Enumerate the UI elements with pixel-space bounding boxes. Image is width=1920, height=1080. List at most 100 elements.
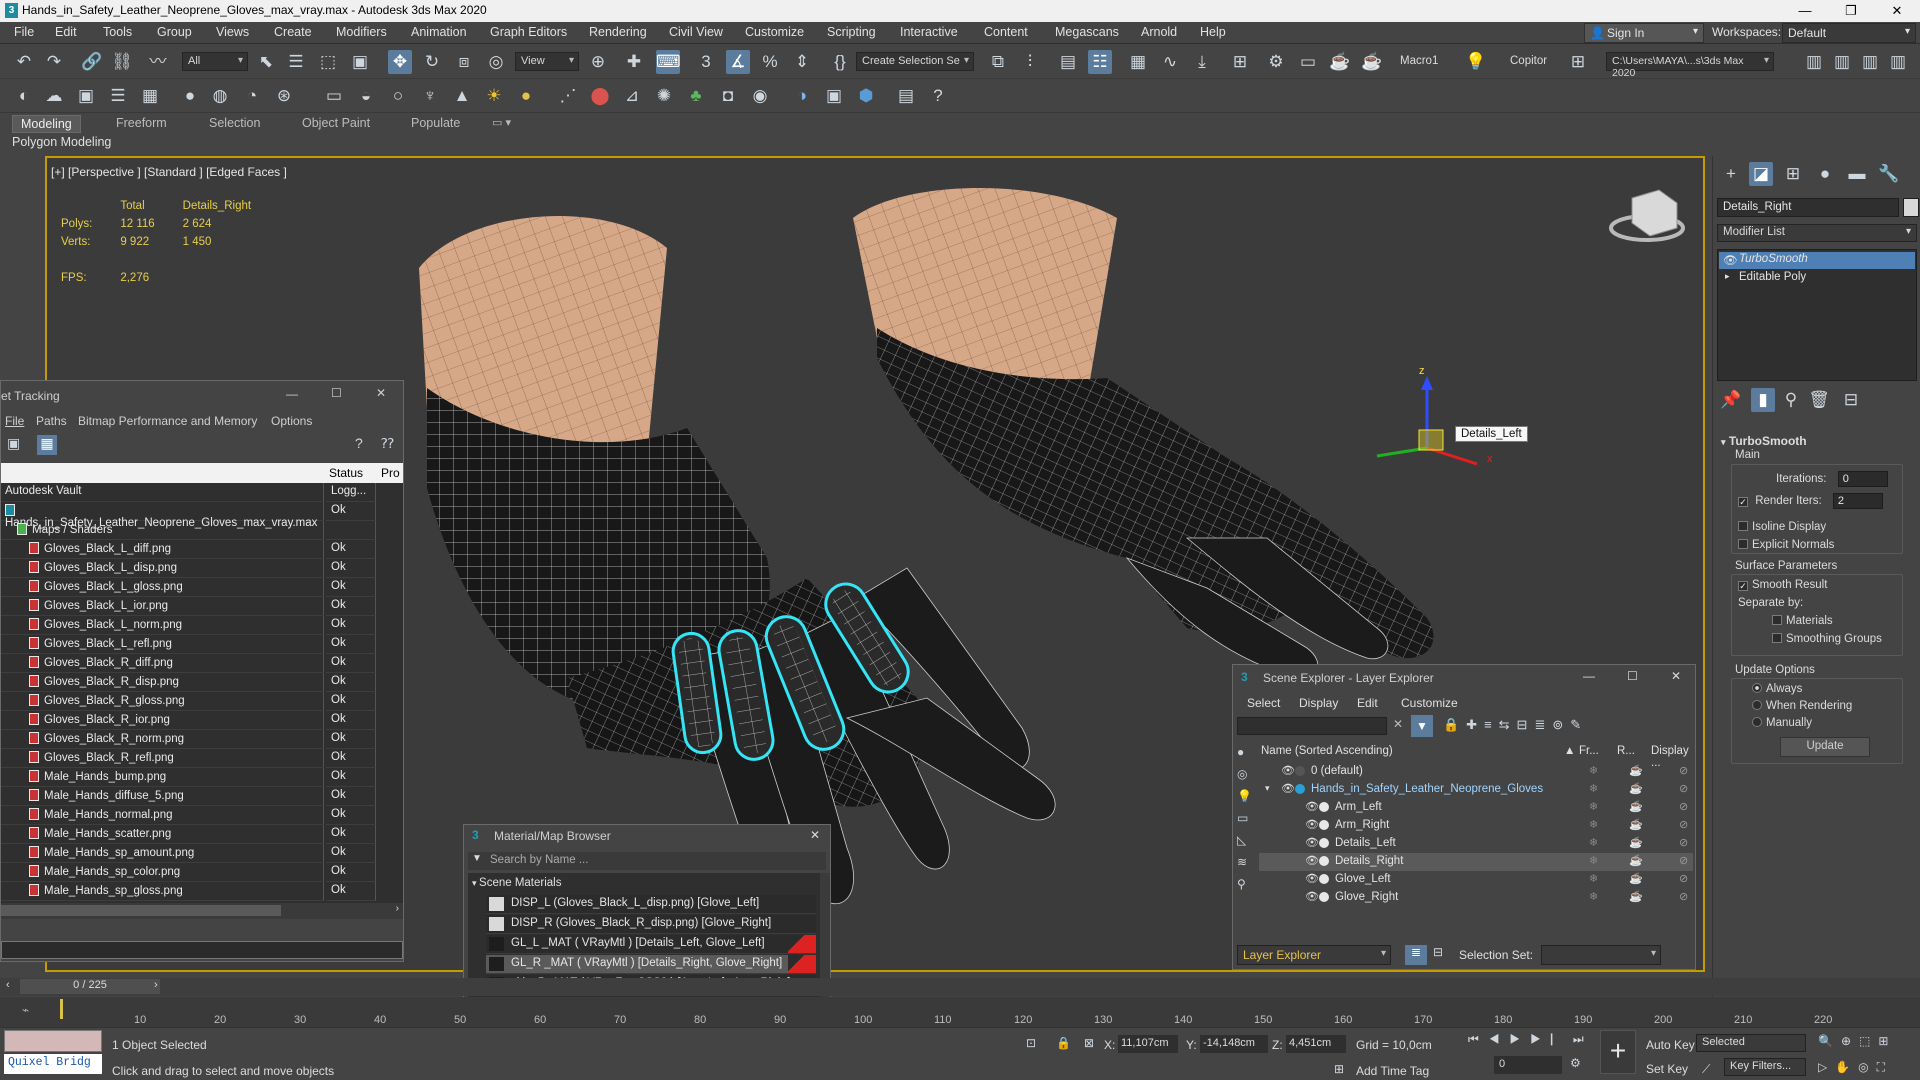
object-row[interactable]: 👁 Details_Left ❄ ☕ ⊘ — [1259, 835, 1693, 853]
display-lights-icon[interactable]: 💡 — [1237, 789, 1252, 803]
current-frame-field[interactable]: 0 — [1494, 1056, 1562, 1074]
smooth-result-checkbox[interactable]: ✓ — [1738, 581, 1748, 591]
current-frame-marker[interactable] — [60, 999, 63, 1019]
vray-ambient-icon[interactable]: ● — [514, 84, 538, 108]
display-icon[interactable]: ⊘ — [1679, 782, 1688, 795]
asset-row[interactable]: Autodesk Vault Logg... — [1, 483, 403, 502]
update-button[interactable]: Update — [1780, 737, 1870, 757]
vray-clipper-icon[interactable]: ⊿ — [620, 84, 644, 108]
menu-modifiers[interactable]: Modifiers — [336, 25, 387, 39]
always-radio[interactable] — [1752, 683, 1762, 693]
visibility-eye-icon[interactable]: 👁 — [1305, 872, 1319, 885]
select-by-name-icon[interactable]: ☰ — [284, 50, 308, 74]
freeze-icon[interactable]: ❄ — [1589, 764, 1598, 777]
help-context-icon[interactable]: ⁇ — [381, 435, 394, 452]
vray-fur-icon[interactable]: ⋰ — [556, 84, 580, 108]
asset-row[interactable]: Gloves_Black_L_ior.png Ok — [1, 597, 403, 616]
menu-civil-view[interactable]: Civil View — [669, 25, 723, 39]
object-row[interactable]: 👁 Arm_Left ❄ ☕ ⊘ — [1259, 799, 1693, 817]
material-editor-icon[interactable]: ⊞ — [1228, 50, 1252, 74]
vray-frame-buffer-icon[interactable]: ▣ — [822, 84, 846, 108]
name-column-header[interactable]: Name (Sorted Ascending) — [1261, 745, 1393, 757]
schematic-view-icon[interactable]: ⤓ — [1190, 50, 1214, 74]
renderable-icon[interactable]: ☕ — [1629, 818, 1643, 831]
scene-explorer-titlebar[interactable]: 3 Scene Explorer - Layer Explorer — ☐ ✕ — [1233, 665, 1695, 691]
y-coord-field[interactable]: -14,148cm — [1200, 1035, 1268, 1053]
asset-row[interactable]: Male_Hands_sp_gloss.png Ok — [1, 882, 403, 901]
percent-snap-icon[interactable]: % — [758, 50, 782, 74]
render-iters-checkbox[interactable]: ✓ — [1738, 497, 1748, 508]
selection-filter-dropdown[interactable]: All — [182, 52, 248, 71]
freeze-icon[interactable]: ❄ — [1589, 890, 1598, 903]
asset-row[interactable]: Hands_in_Safety_Leather_Neoprene_Gloves_… — [1, 502, 403, 529]
hierarchy-view-icon[interactable]: ⊟ — [1433, 945, 1443, 959]
viewcube[interactable] — [1609, 189, 1685, 242]
asset-row[interactable]: Gloves_Black_L_disp.png Ok — [1, 559, 403, 578]
object-row[interactable]: 👁 Details_Right ❄ ☕ ⊘ — [1259, 853, 1693, 871]
asset-row[interactable]: Gloves_Black_R_gloss.png Ok — [1, 692, 403, 711]
filter-icon[interactable]: ▼ — [1411, 715, 1433, 737]
z-coord-field[interactable]: 4,451cm — [1286, 1035, 1346, 1053]
set-project-icon[interactable]: ▥ — [1830, 50, 1854, 74]
material-browser-titlebar[interactable]: 3 Material/Map Browser ✕ — [464, 825, 830, 847]
quixel-bridge-field[interactable]: Quixel Bridg — [4, 1054, 102, 1074]
menu-file[interactable]: File — [14, 25, 34, 39]
absolute-mode-icon[interactable]: ⊠ — [1084, 1036, 1094, 1050]
render-iters-spinner[interactable]: 2 — [1832, 493, 1883, 509]
renderable-icon[interactable]: ☕ — [1629, 872, 1643, 885]
object-name-field[interactable]: Details_Right — [1717, 198, 1899, 217]
renderable-icon[interactable]: ☕ — [1629, 800, 1643, 813]
set-key-button[interactable]: Set Key — [1646, 1062, 1688, 1076]
freeze-column-header[interactable]: Fr... — [1579, 745, 1599, 757]
spinner-snap-icon[interactable]: ⇕ — [790, 50, 814, 74]
display-icon[interactable]: ⊘ — [1679, 764, 1688, 777]
menu-create[interactable]: Create — [274, 25, 312, 39]
expand-icon[interactable]: ▾ — [1265, 783, 1270, 794]
vray-plane-icon[interactable]: ▭ — [322, 84, 346, 108]
help-icon[interactable]: ? — [926, 84, 950, 108]
material-item[interactable]: DISP_L (Gloves_Black_L_disp.png) [Glove_… — [486, 895, 816, 914]
display-icon[interactable]: ⊘ — [1679, 836, 1688, 849]
layer-view-icon[interactable]: ≣ — [1405, 945, 1427, 965]
window-crossing-icon[interactable]: ▣ — [348, 50, 372, 74]
explorer-type-dropdown[interactable]: Layer Explorer ▾ — [1237, 945, 1391, 965]
show-end-result-icon[interactable]: ▮ — [1751, 388, 1775, 412]
maximize-button[interactable]: ☐ — [331, 386, 342, 400]
create-tab-icon[interactable]: + — [1719, 162, 1743, 186]
key-tangent-icon[interactable]: ⟋ — [1702, 1062, 1710, 1077]
scene-search-input[interactable] — [1237, 717, 1387, 735]
menu-options[interactable]: Options — [271, 414, 312, 428]
scale-icon[interactable]: ⧈ — [452, 50, 476, 74]
vray-exporter-icon[interactable]: ▤ — [894, 84, 918, 108]
isolate-selection-icon[interactable]: ⊡ — [1026, 1036, 1036, 1050]
menu-rendering[interactable]: Rendering — [589, 25, 647, 39]
visibility-eye-icon[interactable]: 👁 — [1281, 764, 1295, 777]
display-spacewarps-icon[interactable]: ≋ — [1237, 855, 1247, 869]
vray-vrmesh-icon[interactable]: ◉ — [748, 84, 772, 108]
menu-help[interactable]: Help — [1200, 25, 1226, 39]
asset-tracking-titlebar[interactable]: et Tracking — ☐ ✕ — [1, 381, 403, 411]
mesh-icon[interactable]: ◍ — [208, 84, 232, 108]
track-bar[interactable]: ⌁ 10 20 30 40 50 60 70 80 90 100 110 120 130 140 150 16… — [0, 997, 1920, 1027]
visibility-eye-icon[interactable]: 👁 — [1305, 854, 1319, 867]
display-geometry-icon[interactable]: ◎ — [1237, 767, 1247, 781]
project-settings-icon[interactable]: ▥ — [1886, 50, 1910, 74]
render-view-icon[interactable]: ▣ — [74, 84, 98, 108]
tab-populate[interactable]: Populate — [403, 115, 468, 133]
cloud-icon[interactable]: ☁ — [42, 84, 66, 108]
display-icon[interactable]: ⊘ — [1679, 818, 1688, 831]
link-icon[interactable]: 🔗 — [80, 50, 104, 74]
maximize-button[interactable]: ❐ — [1828, 0, 1874, 22]
undo-icon[interactable]: ↶ — [12, 50, 36, 74]
light-icon[interactable]: ● — [178, 84, 202, 108]
list-view-icon[interactable]: ▣ — [7, 435, 27, 455]
status-column-header[interactable]: Status — [329, 466, 363, 480]
redo-icon[interactable]: ↷ — [42, 50, 66, 74]
curve-editor-mini-icon[interactable]: ⌁ — [22, 1003, 29, 1017]
curve-editor-icon[interactable]: ∿ — [1158, 50, 1182, 74]
key-mode-dropdown[interactable]: Selected — [1696, 1034, 1806, 1052]
scene-explorer-toolbar-icons[interactable]: 🔒✚≡⇆⊟≣⊚✎ — [1443, 717, 1588, 733]
asset-row[interactable]: Gloves_Black_L_gloss.png Ok — [1, 578, 403, 597]
close-button[interactable]: ✕ — [1671, 669, 1681, 683]
freeze-icon[interactable]: ❄ — [1589, 854, 1598, 867]
